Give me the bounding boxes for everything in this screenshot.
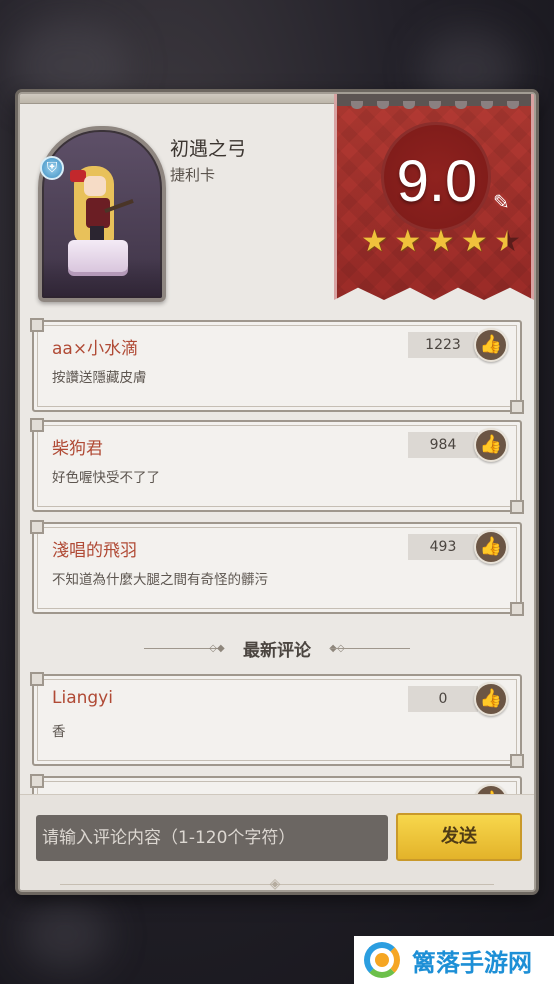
thumbs-up-icon[interactable]: 👍 — [474, 530, 508, 564]
send-button[interactable]: 发送 — [396, 813, 522, 861]
ornament-icon: ◇◆ — [209, 643, 225, 654]
like-count: 1223 — [408, 332, 478, 358]
comment-text: 好色喔快受不了了 — [52, 470, 160, 486]
hero-subtitle: 捷利卡 — [170, 166, 216, 184]
site-logo-icon — [360, 938, 404, 982]
watermark: 篱落手游网 — [354, 936, 554, 984]
comment-card: aa×小水滴 按讚送隱藏皮膚 1223 👍 — [30, 318, 524, 414]
latest-section-header: ◇◆ 最新评论 ◆◇ — [20, 636, 534, 661]
section-title: 最新评论 — [243, 641, 311, 661]
shield-icon: ⛨ — [40, 156, 64, 180]
like-count: 493 — [408, 534, 478, 560]
comment-username: 柴狗君 — [52, 439, 103, 459]
hero-portrait — [38, 126, 166, 302]
comment-input[interactable] — [36, 815, 388, 861]
comment-text: 按讚送隱藏皮膚 — [52, 370, 147, 386]
star-icon: ★ — [361, 224, 388, 259]
comment-card: 淺唱的飛羽 不知道為什麼大腿之間有奇怪的髒污 493 👍 — [30, 520, 524, 616]
like-count: 0 — [408, 686, 478, 712]
thumbs-up-icon[interactable]: 👍 — [474, 328, 508, 362]
half-star-icon: ★ — [494, 224, 521, 259]
watermark-text: 篱落手游网 — [412, 948, 532, 977]
pencil-icon[interactable]: ✎ — [493, 190, 517, 214]
comment-list[interactable]: aa×小水滴 按讚送隱藏皮膚 1223 👍 柴狗君 好色喔快受不了了 984 👍… — [20, 316, 534, 794]
comment-card: 柴狗君 好色喔快受不了了 984 👍 — [30, 418, 524, 514]
comment-text: 不知道為什麼大腿之間有奇怪的髒污 — [52, 572, 268, 588]
thumbs-up-icon[interactable]: 👍 — [474, 428, 508, 462]
thumbs-up-icon[interactable]: 👍 — [474, 784, 508, 794]
star-icon: ★ — [394, 224, 422, 259]
hero-title: 初遇之弓 — [170, 138, 247, 160]
thumbs-up-icon[interactable]: 👍 — [474, 682, 508, 716]
comment-text: 香 — [52, 724, 66, 740]
background-blur — [20, 900, 110, 970]
like-count: 984 — [408, 432, 478, 458]
star-icon: ★ — [460, 224, 488, 259]
star-icon: ★ — [427, 224, 455, 259]
rating-banner: 9.0 ✎ ★ ★ ★ ★ ★ — [334, 94, 534, 300]
comment-username: 淺唱的飛羽 — [52, 541, 137, 561]
comment-username: Liangyi — [52, 688, 113, 708]
rating-stars: ★ ★ ★ ★ ★ — [361, 226, 521, 258]
comment-card: Liangyi 香 0 👍 — [30, 672, 524, 768]
comment-username: aa×小水滴 — [52, 339, 139, 359]
comment-panel: ⛨ 初遇之弓 捷利卡 9.0 ✎ ★ ★ ★ ★ ★ aa×小水滴 按讚送隱藏皮… — [18, 92, 536, 892]
panel-bottom-ornament: ◈ — [20, 874, 534, 892]
comment-card-partial: 👍 — [30, 774, 522, 794]
ornament-icon: ◈ — [269, 876, 281, 892]
